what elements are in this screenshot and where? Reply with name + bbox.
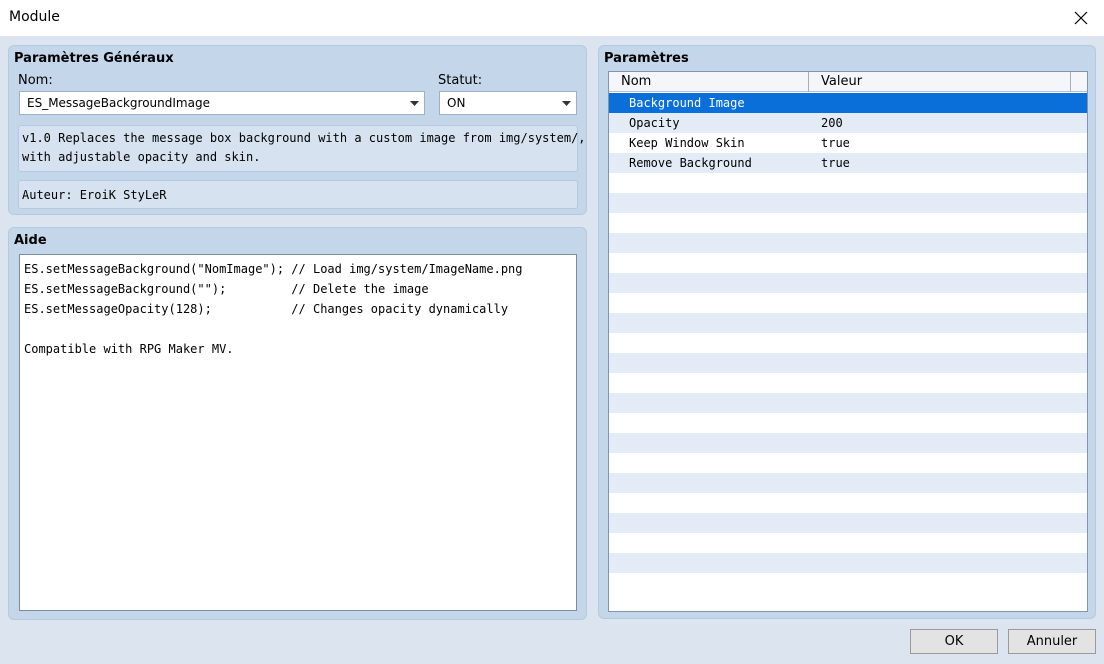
empty-row[interactable]	[609, 273, 1087, 293]
author-box: Auteur: EroiK StyLeR	[18, 180, 578, 209]
empty-row[interactable]	[609, 533, 1087, 553]
column-header-value[interactable]: Valeur	[809, 72, 1071, 92]
help-textarea[interactable]: ES.setMessageBackground("NomImage"); // …	[19, 254, 577, 611]
grid-header: Nom Valeur	[609, 72, 1087, 92]
table-row[interactable]: Keep Window Skin true	[609, 133, 1087, 153]
status-dropdown[interactable]: ON	[439, 91, 577, 115]
empty-row[interactable]	[609, 513, 1087, 533]
name-dropdown-value: ES_MessageBackgroundImage	[27, 96, 210, 110]
empty-row[interactable]	[609, 313, 1087, 333]
empty-row[interactable]	[609, 553, 1087, 573]
empty-row[interactable]	[609, 253, 1087, 273]
empty-row[interactable]	[609, 453, 1087, 473]
param-name-cell: Remove Background	[629, 156, 752, 170]
param-value-cell: true	[821, 156, 850, 170]
empty-row[interactable]	[609, 473, 1087, 493]
chevron-down-icon	[404, 100, 424, 106]
params-grid[interactable]: Nom Valeur Background Image Opacity 200 Kee…	[608, 71, 1088, 612]
param-name-cell: Opacity	[629, 116, 680, 130]
empty-row[interactable]	[609, 413, 1087, 433]
empty-row[interactable]	[609, 213, 1087, 233]
param-value-cell: 200	[821, 116, 843, 130]
param-name-cell: Keep Window Skin	[629, 136, 745, 150]
general-params-group: Paramètres Généraux Nom: Statut: ES_Mess…	[8, 45, 587, 215]
chevron-down-icon	[556, 100, 576, 106]
params-title: Paramètres	[604, 51, 689, 66]
help-title: Aide	[14, 233, 47, 248]
help-group: Aide ES.setMessageBackground("NomImage")…	[8, 227, 587, 620]
table-row[interactable]: Remove Background true	[609, 153, 1087, 173]
empty-row[interactable]	[609, 293, 1087, 313]
status-label: Statut:	[438, 73, 483, 88]
name-dropdown[interactable]: ES_MessageBackgroundImage	[19, 91, 425, 115]
empty-row[interactable]	[609, 193, 1087, 213]
table-row[interactable]: Background Image	[609, 93, 1087, 113]
description-box: v1.0 Replaces the message box background…	[18, 125, 586, 172]
table-row[interactable]: Opacity 200	[609, 113, 1087, 133]
column-header-name[interactable]: Nom	[609, 72, 809, 92]
dialog-body: Paramètres Généraux Nom: Statut: ES_Mess…	[0, 36, 1104, 664]
ok-button[interactable]: OK	[910, 629, 998, 654]
empty-row[interactable]	[609, 333, 1087, 353]
param-name-cell: Background Image	[629, 96, 745, 110]
params-group: Paramètres Nom Valeur Background Image Op…	[598, 45, 1096, 619]
window-title: Module	[9, 9, 60, 25]
empty-row[interactable]	[609, 573, 1087, 593]
empty-row[interactable]	[609, 373, 1087, 393]
empty-row[interactable]	[609, 173, 1087, 193]
close-icon	[1074, 11, 1088, 25]
empty-row[interactable]	[609, 233, 1087, 253]
empty-row[interactable]	[609, 393, 1087, 413]
title-bar: Module	[0, 0, 1104, 36]
empty-row[interactable]	[609, 493, 1087, 513]
empty-row[interactable]	[609, 433, 1087, 453]
cancel-button[interactable]: Annuler	[1008, 629, 1096, 654]
empty-row[interactable]	[609, 353, 1087, 373]
general-params-title: Paramètres Généraux	[14, 51, 174, 66]
status-dropdown-value: ON	[447, 96, 466, 110]
param-value-cell: true	[821, 136, 850, 150]
name-label: Nom:	[18, 73, 53, 88]
close-button[interactable]	[1058, 0, 1104, 36]
